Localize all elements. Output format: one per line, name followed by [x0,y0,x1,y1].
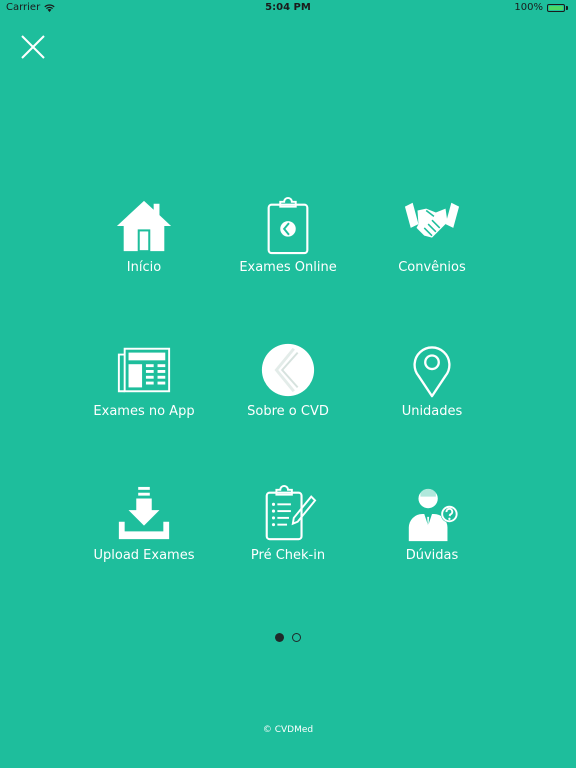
menu-item-convenios[interactable]: Convênios [360,196,504,340]
menu-item-label: Exames no App [93,404,195,419]
handshake-icon [404,202,460,238]
menu-item-unidades[interactable]: Unidades [360,340,504,484]
help-person-icon [408,488,459,542]
close-button[interactable] [20,34,46,60]
menu-item-label: Unidades [401,404,463,419]
menu-item-inicio[interactable]: Início [72,196,216,340]
status-bar: Carrier 5:04 PM 100% [0,0,576,16]
close-icon [21,35,45,59]
menu-item-exames-online[interactable]: Exames Online [216,196,360,340]
download-tray-icon [118,486,170,540]
checklist-pen-icon [265,485,317,541]
menu-item-upload-exames[interactable]: Upload Exames [72,484,216,628]
menu-item-label: Pré Chek-in [250,548,326,563]
menu-item-label: Convênios [398,260,466,275]
menu-item-duvidas[interactable]: Dúvidas [360,484,504,628]
home-icon [116,200,172,253]
menu-item-label: Upload Exames [93,548,195,563]
page-dot-1[interactable] [275,633,284,642]
battery-icon [547,3,565,12]
menu-item-label: Exames Online [239,260,337,275]
status-time: 5:04 PM [265,2,311,13]
menu-item-exames-no-app[interactable]: Exames no App [72,340,216,484]
cvd-logo-icon [261,343,315,397]
menu-grid: Início Exames Online Convênios Exames no… [72,196,504,628]
menu-item-pre-chek-in[interactable]: Pré Chek-in [216,484,360,628]
battery-percent: 100% [514,2,543,13]
page-indicator [0,633,576,642]
menu-item-label: Início [126,260,162,275]
menu-item-label: Dúvidas [405,548,459,563]
footer-copyright: © CVDMed [262,725,314,735]
menu-item-sobre-o-cvd[interactable]: Sobre o CVD [216,340,360,484]
page-dot-2[interactable] [292,633,301,642]
menu-item-label: Sobre o CVD [247,404,329,419]
status-battery: 100% [514,2,568,13]
clipboard-icon [267,197,309,255]
map-pin-icon [413,346,451,398]
newspaper-icon [117,347,171,393]
